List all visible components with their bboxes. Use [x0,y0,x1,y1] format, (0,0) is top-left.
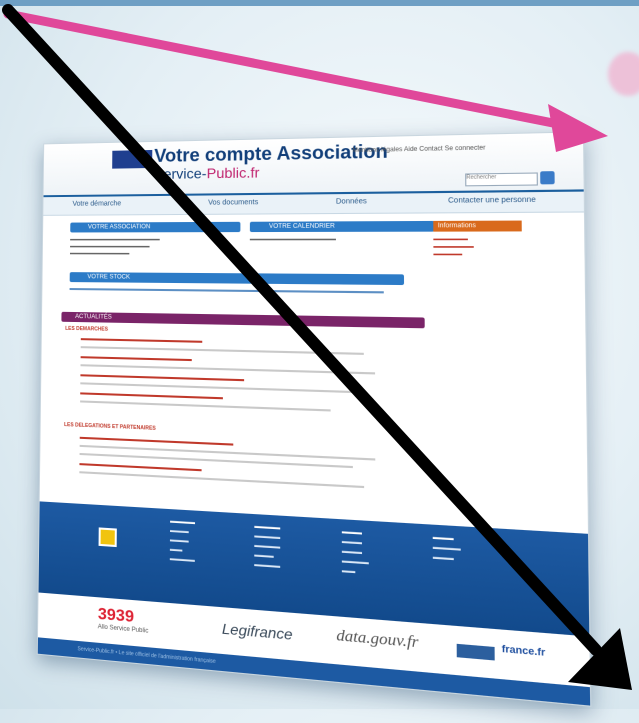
black-arrow-shaft [2,4,602,656]
pink-arrow-head [548,104,608,152]
arrows-overlay [2,4,632,690]
